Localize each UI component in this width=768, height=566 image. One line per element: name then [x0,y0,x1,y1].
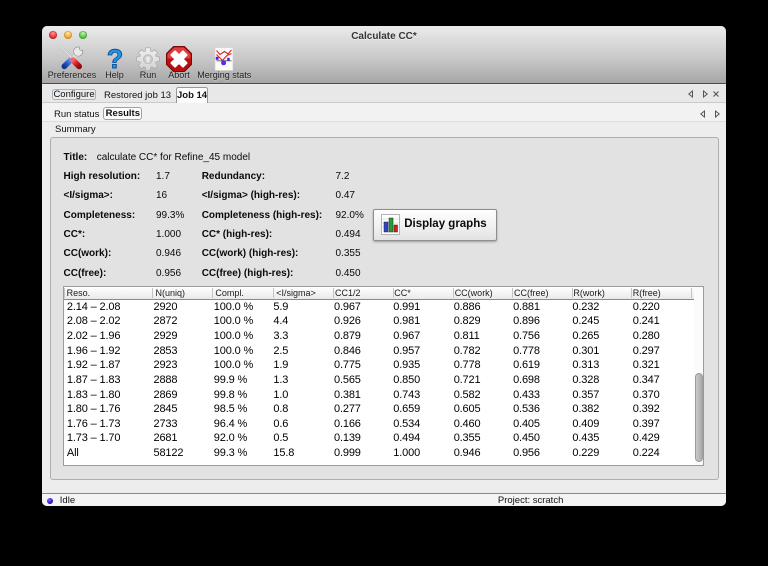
svg-text:?: ? [106,46,123,72]
